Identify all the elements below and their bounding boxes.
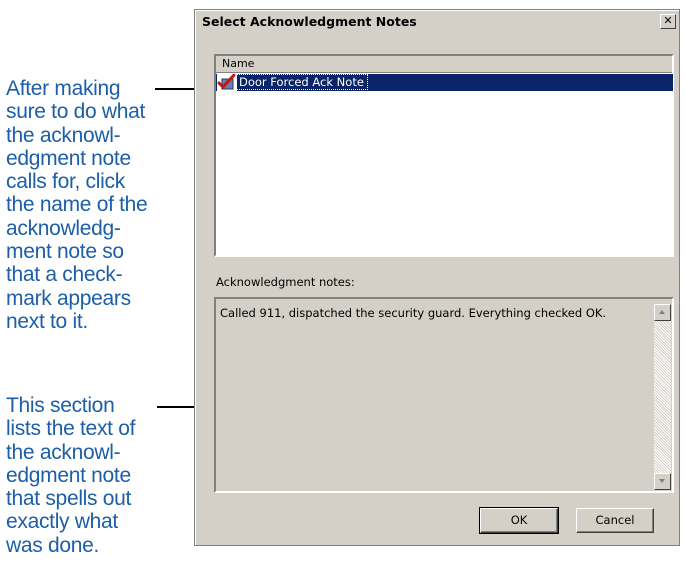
checkmark-icon[interactable] (217, 73, 237, 91)
arrow-up-icon (659, 310, 665, 314)
callout-notes-section: This section lists the text of the ackno… (6, 394, 136, 557)
notes-label: Acknowledgment notes: (216, 275, 355, 289)
list-item-label: Door Forced Ack Note (236, 74, 368, 90)
dialog-title: Select Acknowledgment Notes (202, 14, 417, 29)
column-header-label: Name (222, 57, 255, 70)
notes-text-area[interactable]: Called 911, dispatched the security guar… (214, 297, 674, 493)
notes-text: Called 911, dispatched the security guar… (220, 306, 607, 320)
scroll-down-button[interactable] (654, 473, 671, 490)
cancel-button[interactable]: Cancel (576, 508, 654, 533)
vertical-scrollbar[interactable] (654, 304, 671, 490)
title-bar: Select Acknowledgment Notes ✕ (196, 11, 678, 33)
scroll-up-button[interactable] (654, 304, 671, 321)
close-icon: ✕ (663, 14, 673, 27)
column-header-name[interactable]: Name (216, 56, 672, 73)
select-ack-notes-dialog: Select Acknowledgment Notes ✕ Name Door … (194, 9, 680, 546)
notes-list[interactable]: Name Door Forced Ack Note (214, 54, 674, 257)
ok-button[interactable]: OK (479, 507, 559, 534)
arrow-down-icon (659, 479, 665, 483)
close-button[interactable]: ✕ (660, 14, 676, 29)
list-item[interactable]: Door Forced Ack Note (216, 73, 673, 91)
callout-select-note: After making sure to do what the acknowl… (6, 77, 148, 333)
